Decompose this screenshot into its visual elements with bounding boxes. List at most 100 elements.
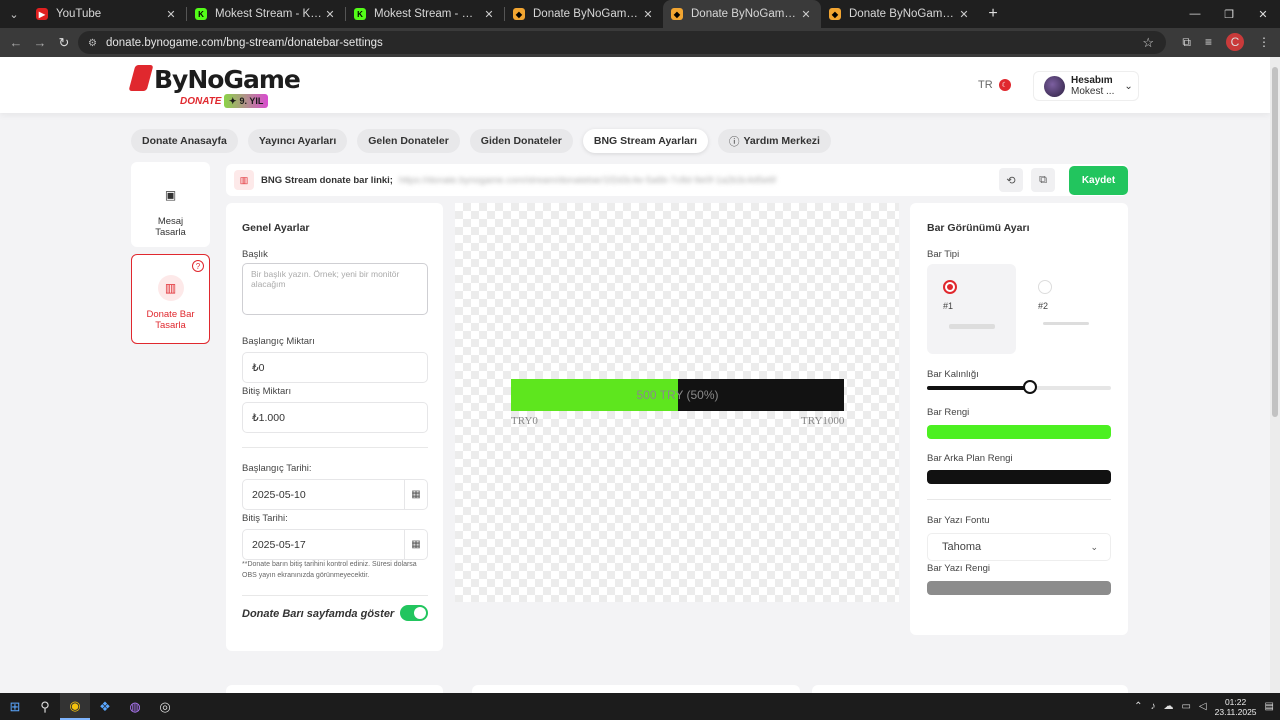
donate-bar-link: ▥ BNG Stream donate bar linki; https://d…	[226, 164, 1128, 196]
start-date-input[interactable]: 2025-05-10 ▦	[242, 479, 428, 510]
chrome-icon[interactable]: ◉	[60, 693, 90, 720]
app-icon[interactable]: ◍	[120, 693, 150, 720]
browser-tab[interactable]: K Mokest Stream - Kick Dashboard ✕	[187, 0, 345, 28]
nav-bng-stream-ayarlari[interactable]: BNG Stream Ayarları	[582, 129, 708, 153]
show-bar-toggle[interactable]	[400, 605, 428, 621]
nav-yardim-merkezi[interactable]: ⓘ Yardım Merkezi	[718, 129, 831, 153]
browser-tab[interactable]: ◆ Donate ByNoGame - Streamers ✕	[821, 0, 979, 28]
forward-icon[interactable]: →	[28, 35, 52, 50]
sidebar-item-donate-bar-tasarla[interactable]: ? ▥ Donate Bar Tasarla	[131, 254, 210, 344]
donate-progress-bar: 500 TRY (50%)	[511, 379, 844, 411]
copy-icon[interactable]: ⧉	[1031, 168, 1055, 192]
save-button[interactable]: Kaydet	[1069, 166, 1128, 195]
menu-icon[interactable]: ⋮	[1258, 35, 1270, 49]
title-label: Başlık	[242, 249, 268, 260]
bynogame-logo[interactable]: ByNoGame DONATE ✦ 9. YIL	[128, 63, 301, 109]
browser-tab-active[interactable]: ◆ Donate ByNoGame - BNG Strea ✕	[663, 0, 821, 28]
link-url[interactable]: https://donate.bynogame.com/stream/donat…	[399, 175, 776, 186]
browser-tab[interactable]: ◆ Donate ByNoGame - Streamers ✕	[505, 0, 663, 28]
clock[interactable]: 01:22 23.11.2025	[1215, 697, 1257, 717]
close-tab-icon[interactable]: ✕	[641, 8, 655, 21]
end-date-value: 2025-05-17	[252, 538, 306, 551]
thickness-slider[interactable]	[927, 380, 1111, 394]
back-icon[interactable]: ←	[4, 35, 28, 50]
end-date-input[interactable]: 2025-05-17 ▦	[242, 529, 428, 560]
progress-text: 500 TRY (50%)	[636, 388, 719, 402]
nav-giden-donateler[interactable]: Giden Donateler	[469, 129, 573, 153]
nav-donate-anasayfa[interactable]: Donate Anasayfa	[131, 129, 238, 153]
close-tab-icon[interactable]: ✕	[482, 8, 496, 21]
page-scrollbar[interactable]	[1270, 57, 1280, 693]
bar-min-label: TRY0	[511, 415, 538, 427]
logo-mark-icon	[128, 65, 154, 91]
calendar-icon[interactable]: ▦	[404, 530, 427, 559]
extensions-icon[interactable]: ⧉	[1182, 35, 1191, 50]
nav-yayinci-ayarlari[interactable]: Yayıncı Ayarları	[247, 129, 348, 153]
close-tab-icon[interactable]: ✕	[957, 8, 971, 21]
slider-handle[interactable]	[1023, 380, 1038, 394]
notification-icon[interactable]: ▤	[1265, 701, 1274, 712]
radio-unselected[interactable]	[1038, 280, 1052, 294]
toggle-knob	[414, 607, 426, 619]
app-icon[interactable]: ❖	[90, 693, 120, 720]
bar-max-label: TRY1000	[801, 415, 845, 427]
media-icon[interactable]: ≡	[1205, 35, 1212, 49]
obs-icon[interactable]: ◎	[150, 693, 180, 720]
tab-search-icon[interactable]: ⌄	[0, 0, 28, 28]
refresh-link-icon[interactable]: ⟲	[999, 168, 1023, 192]
reload-icon[interactable]: ↻	[52, 35, 76, 51]
bar-color-swatch[interactable]	[927, 425, 1111, 439]
account-text: Hesabım Mokest ...	[1071, 75, 1114, 97]
browser-tab[interactable]: K Mokest Stream - Watch Live on ✕	[346, 0, 504, 28]
bar-type-option-1[interactable]: #1	[927, 264, 1016, 354]
language-switcher[interactable]: TR ☾	[978, 79, 1011, 91]
main-nav: Donate Anasayfa Yayıncı Ayarları Gelen D…	[131, 129, 831, 153]
browser-tab[interactable]: ▶ YouTube ✕	[28, 0, 186, 28]
bar-bg-color-swatch[interactable]	[927, 470, 1111, 484]
start-amount-input[interactable]: ₺0	[242, 352, 428, 383]
microphone-icon[interactable]: ♪	[1150, 701, 1155, 712]
end-amount-input[interactable]: ₺1.000	[242, 402, 428, 433]
tab-title: Donate ByNoGame - Streamers	[849, 8, 957, 20]
font-label: Bar Yazı Fontu	[927, 515, 990, 526]
font-select[interactable]: Tahoma ⌄	[927, 533, 1111, 561]
new-tab-icon[interactable]: +	[979, 5, 1007, 23]
avatar	[1044, 75, 1065, 97]
text-color-swatch[interactable]	[927, 581, 1111, 595]
close-tab-icon[interactable]: ✕	[799, 8, 813, 21]
kick-icon: K	[354, 8, 366, 20]
minimize-icon[interactable]: —	[1178, 0, 1212, 28]
chevron-up-icon[interactable]: ⌃	[1134, 701, 1142, 712]
question-icon[interactable]: ?	[192, 260, 204, 272]
slider-fill	[927, 386, 1031, 390]
site-info-icon[interactable]: ⚙	[88, 38, 98, 49]
network-icon[interactable]: ▭	[1181, 701, 1190, 712]
close-tab-icon[interactable]: ✕	[164, 8, 178, 21]
windows-start-icon[interactable]: ⊞	[0, 693, 30, 720]
volume-icon[interactable]: ◁	[1199, 701, 1207, 712]
divider	[242, 447, 428, 448]
close-window-icon[interactable]: ✕	[1246, 0, 1280, 28]
search-icon[interactable]: ⚲	[30, 693, 60, 720]
restore-icon[interactable]: ❐	[1212, 0, 1246, 28]
scrollbar-thumb[interactable]	[1272, 67, 1278, 417]
account-menu[interactable]: Hesabım Mokest ... ⌄	[1033, 71, 1139, 101]
panel-title: Bar Görünümü Ayarı	[927, 222, 1030, 234]
url-bar[interactable]: ⚙ donate.bynogame.com/bng-stream/donateb…	[78, 31, 1166, 54]
title-textarea[interactable]: Bir başlık yazın. Örnek; yeni bir monitö…	[242, 263, 428, 315]
panel-stub	[226, 685, 443, 693]
calendar-icon[interactable]: ▦	[404, 480, 427, 509]
cloud-icon[interactable]: ☁	[1163, 701, 1173, 712]
bar-type-option-2[interactable]: #2	[1028, 264, 1117, 354]
date: 23.11.2025	[1214, 706, 1257, 717]
sidebar-item-mesaj-tasarla[interactable]: ▣ Mesaj Tasarla	[131, 162, 210, 247]
bookmark-star-icon[interactable]: ☆	[1142, 35, 1154, 51]
profile-avatar[interactable]: C	[1226, 33, 1244, 51]
chevron-down-icon: ⌄	[1124, 80, 1133, 92]
bar-preview: 500 TRY (50%) TRY0 TRY1000	[455, 203, 899, 602]
close-tab-icon[interactable]: ✕	[323, 8, 337, 21]
bar-bg-color-label: Bar Arka Plan Rengi	[927, 453, 1013, 464]
radio-selected[interactable]	[943, 280, 957, 294]
nav-gelen-donateler[interactable]: Gelen Donateler	[357, 129, 460, 153]
badge-text: 9. YIL	[239, 96, 264, 106]
